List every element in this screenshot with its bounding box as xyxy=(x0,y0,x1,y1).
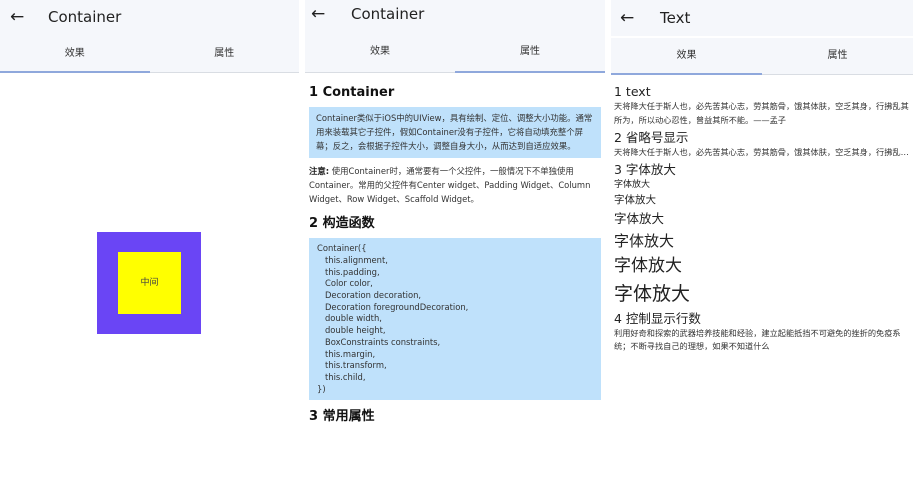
scaled-text: 字体放大 xyxy=(614,231,675,250)
page-title: Container xyxy=(351,5,425,23)
page-title: Text xyxy=(660,9,691,27)
page-title: Container xyxy=(48,8,122,26)
section-title: 2 省略号显示 xyxy=(614,130,689,145)
tab-bar: 效果 属性 xyxy=(0,36,299,73)
section-heading: 1 Container xyxy=(309,85,395,100)
section-title: 1 text xyxy=(614,84,651,99)
outer-container-box: 中间 xyxy=(97,232,201,334)
tab-effect[interactable]: 效果 xyxy=(305,32,455,72)
tab-effect[interactable]: 效果 xyxy=(0,36,150,72)
ellipsis-text: 天将降大任于斯人也，必先苦其心志，劳其筋骨，饿其体肤，空乏其身，行拂乱其所为，所… xyxy=(614,147,913,157)
scaled-text: 字体放大 xyxy=(614,255,682,276)
tab-indicator xyxy=(455,71,605,73)
description-box: Container类似于iOS中的UIView，具有绘制、定位、调整大小功能。通… xyxy=(309,107,601,158)
section-heading: 2 构造函数 xyxy=(309,216,375,232)
app-bar: ← Text xyxy=(611,0,913,36)
scaled-text: 字体放大 xyxy=(614,210,665,226)
plain-text: 天将降大任于斯人也，必先苦其心志，劳其筋骨，饿其体肤，空乏其身，行拂乱其所为，所… xyxy=(614,101,909,125)
tab-indicator xyxy=(611,73,762,75)
doc-content: 1 Container Container类似于iOS中的UIView，具有绘制… xyxy=(309,84,601,426)
tab-properties[interactable]: 属性 xyxy=(150,36,300,72)
section-heading: 3 常用属性 xyxy=(309,409,375,425)
tab-effect[interactable]: 效果 xyxy=(611,38,762,74)
tab-properties[interactable]: 属性 xyxy=(762,38,913,74)
note-label: 注意: xyxy=(309,165,330,176)
app-bar: ← Container xyxy=(0,0,299,36)
tab-bar: 效果 属性 xyxy=(305,32,605,73)
tab-bar: 效果 属性 xyxy=(611,38,913,75)
max-lines-text: 利用好奇和探索的武器培养技能和经验，建立起能抵挡不可避免的挫折的免疫系统；不断寻… xyxy=(614,327,901,352)
app-bar: ← Container xyxy=(305,0,605,36)
text-demo-content: 1 text 天将降大任于斯人也，必先苦其心志，劳其筋骨，饿其体肤，空乏其身，行… xyxy=(614,84,913,354)
section-title: 4 控制显示行数 xyxy=(614,310,701,326)
tab-indicator xyxy=(0,71,150,73)
back-arrow-icon[interactable]: ← xyxy=(10,6,24,28)
properties-panel: ← Container 效果 属性 1 Container Container类… xyxy=(305,0,605,478)
text-demo-panel: ← Text 效果 属性 1 text 天将降大任于斯人也，必先苦其心志，劳其筋… xyxy=(611,0,913,478)
code-block: Container({ this.alignment, this.padding… xyxy=(309,238,601,401)
inner-container-box: 中间 xyxy=(118,252,181,314)
scaled-text: 字体放大 xyxy=(614,179,651,190)
section-title: 3 字体放大 xyxy=(614,161,676,177)
scaled-text: 字体放大 xyxy=(614,193,656,206)
note-text: 使用Container时，通常要有一个父控件，一般情况下不单独使用Contain… xyxy=(309,165,591,205)
back-arrow-icon[interactable]: ← xyxy=(311,3,325,25)
back-arrow-icon[interactable]: ← xyxy=(620,7,634,29)
note-paragraph: 注意: 使用Container时，通常要有一个父控件，一般情况下不单独使用Con… xyxy=(309,164,601,207)
effect-panel: ← Container 效果 属性 中间 xyxy=(0,0,299,478)
tab-properties[interactable]: 属性 xyxy=(455,32,605,72)
scaled-text: 字体放大 xyxy=(614,282,691,305)
